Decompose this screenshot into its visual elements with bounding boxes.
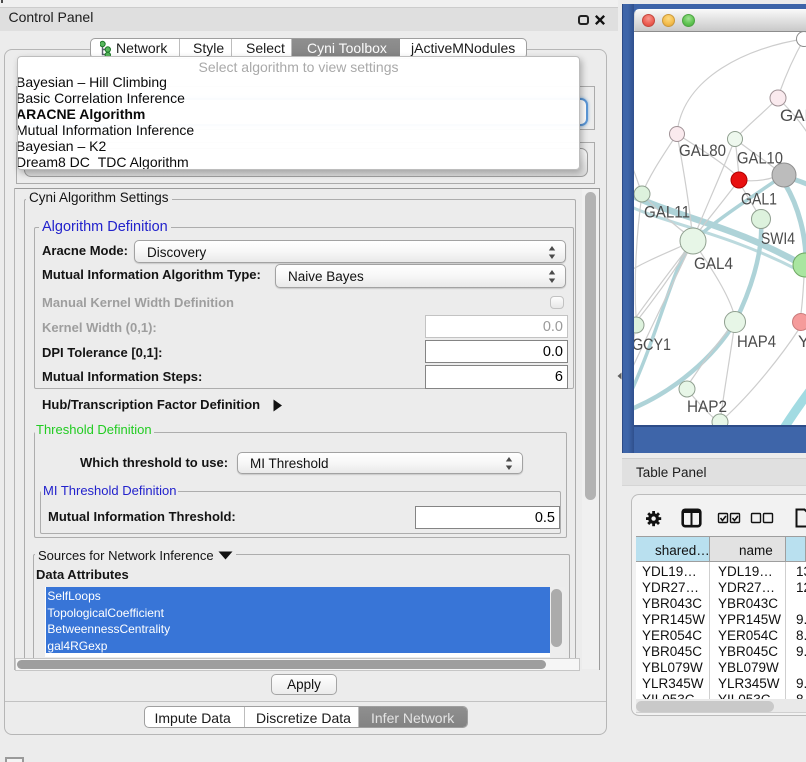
- svg-text:GAL4: GAL4: [694, 254, 733, 273]
- svg-text:Y: Y: [798, 332, 806, 351]
- svg-text:GAL1: GAL1: [741, 190, 777, 209]
- svg-text:SWI4: SWI4: [761, 229, 795, 248]
- svg-text:GAL11: GAL11: [644, 203, 690, 222]
- svg-text:GAL10: GAL10: [737, 149, 783, 168]
- svg-text:HAP4: HAP4: [737, 332, 776, 351]
- svg-text:GAL: GAL: [780, 106, 806, 125]
- svg-text:GAL80: GAL80: [679, 141, 726, 160]
- svg-text:HAP2: HAP2: [687, 397, 727, 416]
- svg-text:GCY1: GCY1: [634, 335, 671, 354]
